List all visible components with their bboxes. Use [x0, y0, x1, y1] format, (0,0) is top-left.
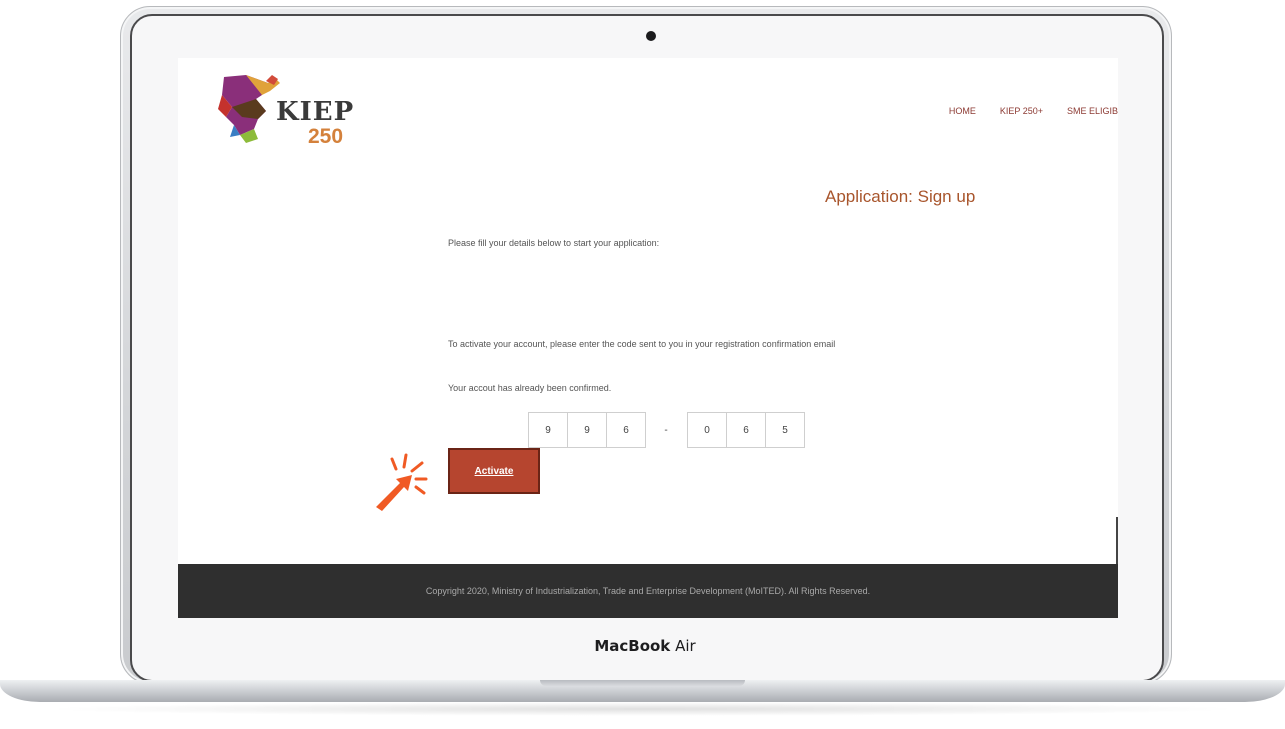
status-message: Your accout has already been confirmed.: [448, 383, 612, 393]
logo-wordmark: KIEP: [276, 97, 355, 127]
click-pointer-icon: [376, 453, 428, 511]
browser-screen: KIEP 250 HOME KIEP 250+ SME ELIGIB Appli…: [178, 58, 1118, 618]
device-label-rest: Air: [670, 637, 696, 655]
device-label-bold: MacBook: [594, 637, 671, 655]
code-separator: -: [664, 424, 668, 436]
main-nav: HOME KIEP 250+ SME ELIGIB: [949, 106, 1118, 116]
device-label: MacBook Air: [560, 637, 730, 655]
laptop-shadow: [40, 702, 1245, 716]
intro-text: Please fill your details below to start …: [448, 238, 660, 248]
site-footer: Copyright 2020, Ministry of Industrializ…: [178, 564, 1118, 618]
scrollbar[interactable]: [1116, 517, 1118, 565]
footer-copyright: Copyright 2020, Ministry of Industrializ…: [425, 586, 871, 596]
code-digit-6[interactable]: 5: [765, 412, 805, 448]
nav-item-sme-eligibility[interactable]: SME ELIGIB: [1067, 106, 1118, 116]
activate-button[interactable]: Activate: [448, 448, 540, 494]
webcam-icon: [646, 31, 656, 41]
nav-item-home[interactable]: HOME: [949, 106, 976, 116]
nav-item-kiep250[interactable]: KIEP 250+: [1000, 106, 1043, 116]
activation-code-input: 9 9 6 - 0 6 5: [528, 412, 805, 448]
activation-instructions: To activate your account, please enter t…: [448, 339, 836, 349]
code-digit-4[interactable]: 0: [687, 412, 727, 448]
code-digit-2[interactable]: 9: [567, 412, 607, 448]
code-digit-1[interactable]: 9: [528, 412, 568, 448]
code-digit-3[interactable]: 6: [606, 412, 646, 448]
logo-number: 250: [308, 125, 344, 148]
kiep-logo[interactable]: KIEP 250: [216, 73, 356, 148]
page-title: Application: Sign up: [825, 187, 976, 206]
laptop-base-notch: [540, 680, 745, 686]
code-digit-5[interactable]: 6: [726, 412, 766, 448]
